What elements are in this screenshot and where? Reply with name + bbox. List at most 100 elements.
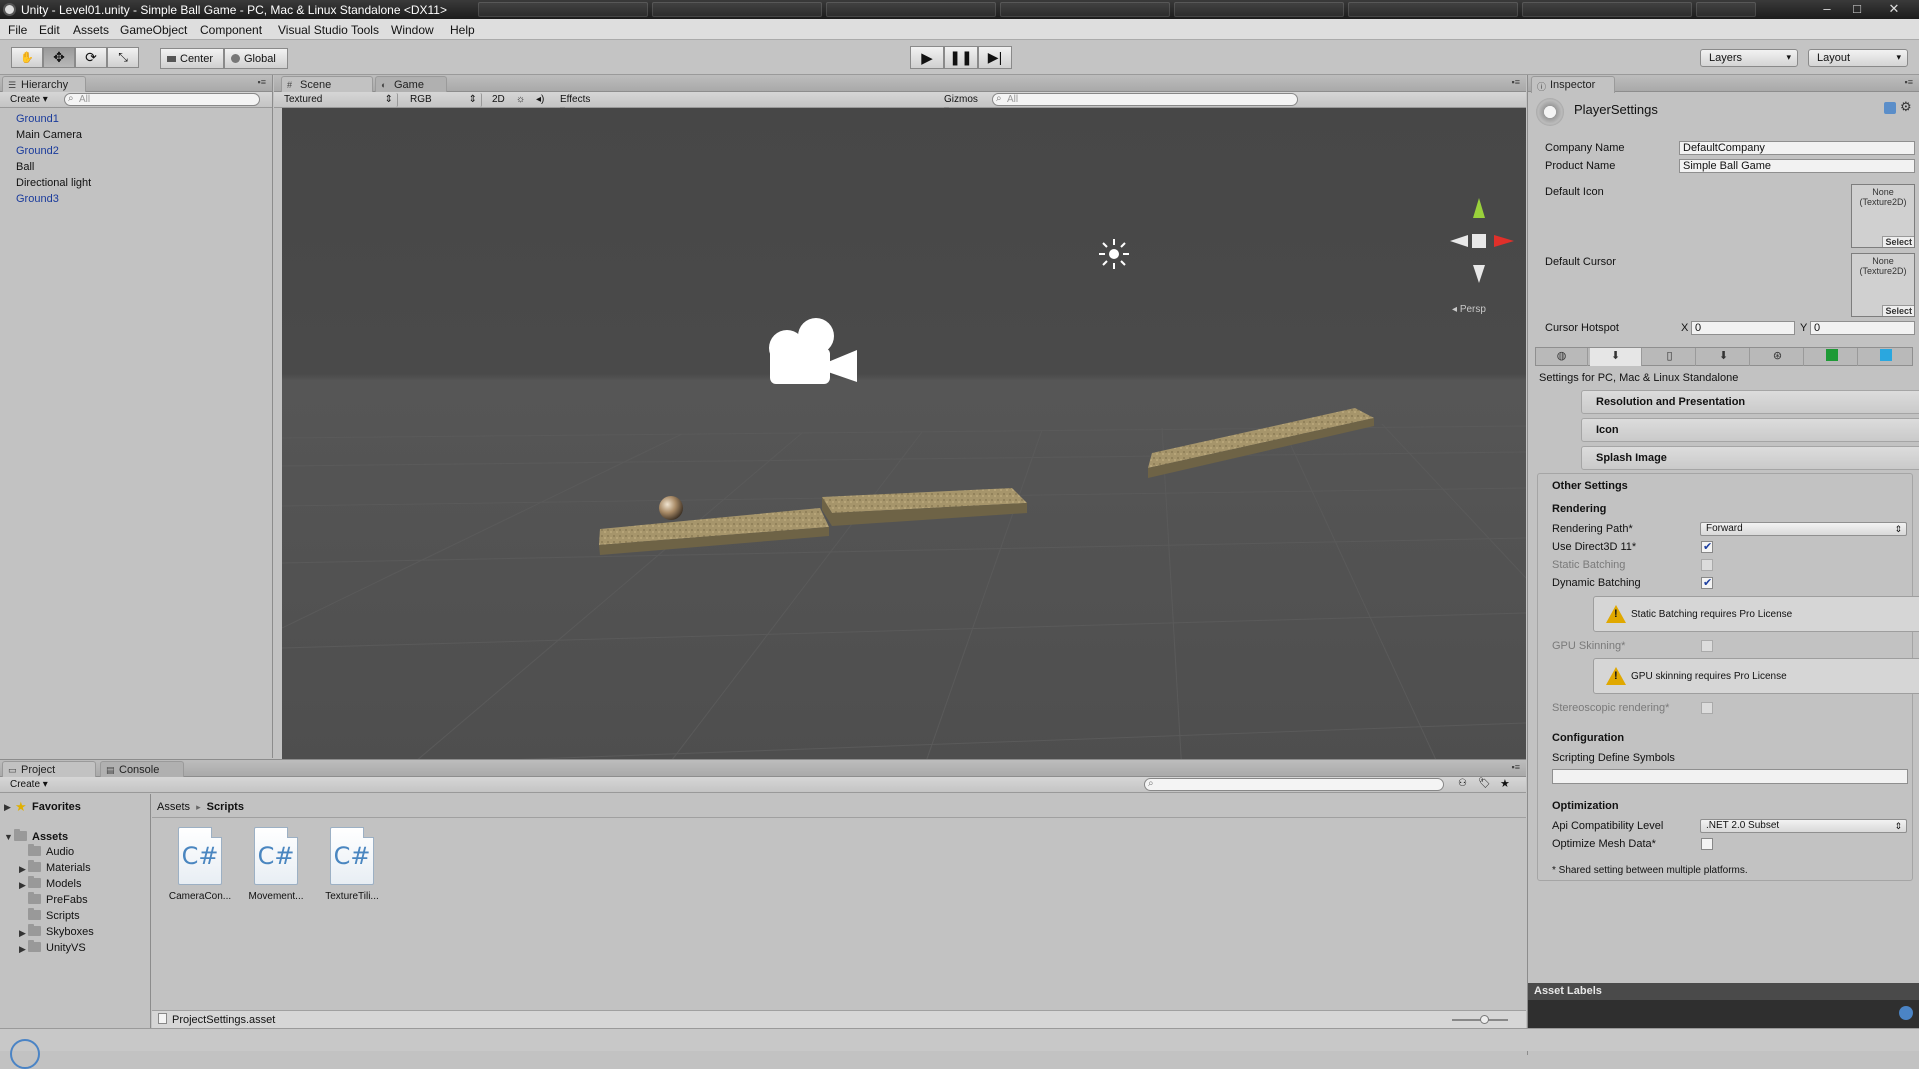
maximize-button[interactable]: □ <box>1840 0 1874 19</box>
step-button[interactable]: ▶| <box>978 46 1012 69</box>
platform-tab-windows-store[interactable] <box>1806 348 1858 366</box>
scale-tool-button[interactable]: ⤡ <box>107 47 139 68</box>
asset-folder-item[interactable]: UnityVS <box>28 940 86 954</box>
script-file-label[interactable]: Movement... <box>241 891 311 902</box>
filter-by-type-icon[interactable]: ⚇ <box>1458 778 1467 789</box>
panel-menu-icon[interactable]: ▪≡ <box>258 77 266 87</box>
project-search-input[interactable] <box>1144 778 1444 791</box>
collapse-arrow-icon[interactable]: ▼ <box>4 832 13 842</box>
breadcrumb-assets[interactable]: Assets <box>157 801 190 813</box>
gpu-skinning-checkbox[interactable] <box>1701 640 1713 652</box>
default-icon-select-button[interactable]: Select <box>1882 236 1914 247</box>
menu-gameobject[interactable]: GameObject <box>120 23 187 37</box>
play-button[interactable]: ▶ <box>910 46 944 69</box>
gizmos-dropdown[interactable]: Gizmos ▾ <box>938 93 986 116</box>
hierarchy-search-input[interactable]: All <box>64 93 260 106</box>
slider-thumb[interactable] <box>1480 1015 1489 1024</box>
define-symbols-field[interactable] <box>1552 769 1908 784</box>
menu-visual-studio-tools[interactable]: Visual Studio Tools <box>278 23 379 37</box>
component-gear-icon[interactable]: ⚙ <box>1900 99 1912 115</box>
section-splash-image[interactable]: Splash Image <box>1581 446 1919 470</box>
menu-help[interactable]: Help <box>450 23 475 37</box>
icon-size-slider[interactable] <box>1452 1015 1508 1024</box>
asset-folder-item[interactable]: Scripts <box>28 908 80 922</box>
stereo-checkbox[interactable] <box>1701 702 1713 714</box>
rotate-tool-button[interactable]: ⟳ <box>75 47 107 68</box>
hierarchy-item[interactable]: Main Camera <box>16 129 82 141</box>
direct3d-checkbox[interactable] <box>1701 540 1713 553</box>
hierarchy-create-dropdown[interactable]: Create ▾ <box>4 93 54 107</box>
menu-assets[interactable]: Assets <box>73 23 109 37</box>
default-icon-slot[interactable]: None (Texture2D) Select <box>1851 184 1915 248</box>
dynamic-batching-checkbox[interactable] <box>1701 576 1713 589</box>
draw-mode-dropdown[interactable]: Textured ⇕ <box>278 93 398 107</box>
layers-dropdown[interactable]: Layers <box>1700 49 1798 67</box>
section-icon[interactable]: Icon <box>1581 418 1919 442</box>
static-batching-checkbox[interactable] <box>1701 559 1713 571</box>
pause-button[interactable]: ❚❚ <box>944 46 978 69</box>
section-resolution[interactable]: Resolution and Presentation <box>1581 390 1919 414</box>
rendering-path-select[interactable]: Forward <box>1700 522 1907 536</box>
hierarchy-item[interactable]: Ground3 <box>16 193 59 205</box>
default-cursor-select-button[interactable]: Select <box>1882 305 1914 316</box>
csharp-script-icon[interactable]: C# <box>178 827 222 885</box>
minimize-button[interactable]: – <box>1810 0 1844 19</box>
platform-tab-ios[interactable]: ▯ <box>1644 348 1696 366</box>
expand-arrow-icon[interactable]: ▶ <box>19 944 26 955</box>
asset-folder-item[interactable]: PreFabs <box>28 892 88 906</box>
hierarchy-item[interactable]: Ball <box>16 161 34 173</box>
csharp-script-icon[interactable]: C# <box>254 827 298 885</box>
help-book-icon[interactable] <box>1884 102 1896 114</box>
api-level-select[interactable]: .NET 2.0 Subset <box>1700 819 1907 833</box>
assets-root-folder[interactable]: Assets <box>14 829 68 843</box>
tab-hierarchy[interactable]: ☰ Hierarchy <box>2 76 86 93</box>
move-tool-button[interactable]: ✥ <box>43 47 75 68</box>
hierarchy-item[interactable]: Ground1 <box>16 113 59 125</box>
gizmo-center-cube[interactable] <box>1472 234 1486 248</box>
platform-tab-android[interactable]: ⬇ <box>1698 348 1750 366</box>
expand-arrow-icon[interactable]: ▶ <box>4 802 11 813</box>
tab-inspector[interactable]: ⓘ Inspector <box>1531 76 1615 93</box>
tab-project[interactable]: ▭ Project <box>2 761 96 778</box>
script-file-label[interactable]: TextureTili... <box>317 891 387 902</box>
effects-dropdown[interactable]: Effects ▾ <box>554 93 604 116</box>
optimize-mesh-checkbox[interactable] <box>1701 838 1713 850</box>
expand-arrow-icon[interactable]: ▶ <box>19 864 26 875</box>
breadcrumb-scripts[interactable]: Scripts <box>207 801 244 813</box>
panel-menu-icon[interactable]: ▪≡ <box>1512 77 1520 87</box>
default-cursor-slot[interactable]: None (Texture2D) Select <box>1851 253 1915 317</box>
hierarchy-item[interactable]: Directional light <box>16 177 91 189</box>
favorites-label[interactable]: Favorites <box>32 801 81 813</box>
platform-tab-web[interactable]: ◍ <box>1536 348 1588 366</box>
hierarchy-item[interactable]: Ground2 <box>16 145 59 157</box>
hotspot-y-field[interactable]: 0 <box>1810 321 1915 335</box>
scene-lighting-toggle[interactable]: ☼ <box>510 93 530 107</box>
tab-console[interactable]: ▤ Console <box>100 761 184 777</box>
platform-tab-standalone[interactable]: ⬇ <box>1590 348 1642 366</box>
asset-folder-item[interactable]: Materials <box>28 860 91 874</box>
label-tag-icon[interactable] <box>1899 1006 1913 1020</box>
panel-menu-icon[interactable]: ▪≡ <box>1905 77 1913 87</box>
layout-dropdown[interactable]: Layout <box>1808 49 1908 67</box>
scene-search-input[interactable]: All <box>992 93 1298 106</box>
expand-arrow-icon[interactable]: ▶ <box>19 928 26 939</box>
asset-folder-item[interactable]: Audio <box>28 844 74 858</box>
scene-audio-toggle[interactable]: ◂) <box>530 93 550 107</box>
tab-scene[interactable]: # Scene <box>281 76 373 93</box>
platform-tab-blackberry[interactable]: ⊛ <box>1752 348 1804 366</box>
project-create-dropdown[interactable]: Create ▾ <box>4 778 54 792</box>
scene-viewport[interactable]: ◂ Persp <box>282 108 1526 773</box>
menu-edit[interactable]: Edit <box>39 23 60 37</box>
space-global-toggle[interactable]: Global <box>224 48 288 69</box>
hand-tool-button[interactable]: ✋ <box>11 47 43 68</box>
other-settings-header[interactable]: Other Settings <box>1552 480 1628 492</box>
script-file-label[interactable]: CameraCon... <box>165 891 235 902</box>
panel-menu-icon[interactable]: ▪≡ <box>1512 762 1520 772</box>
close-button[interactable]: ✕ <box>1877 0 1911 19</box>
product-name-field[interactable]: Simple Ball Game <box>1679 159 1915 173</box>
hotspot-x-field[interactable]: 0 <box>1691 321 1795 335</box>
expand-arrow-icon[interactable]: ▶ <box>19 880 26 891</box>
favorite-star-icon[interactable]: ★ <box>1500 777 1510 790</box>
menu-window[interactable]: Window <box>391 23 434 37</box>
company-name-field[interactable]: DefaultCompany <box>1679 141 1915 155</box>
